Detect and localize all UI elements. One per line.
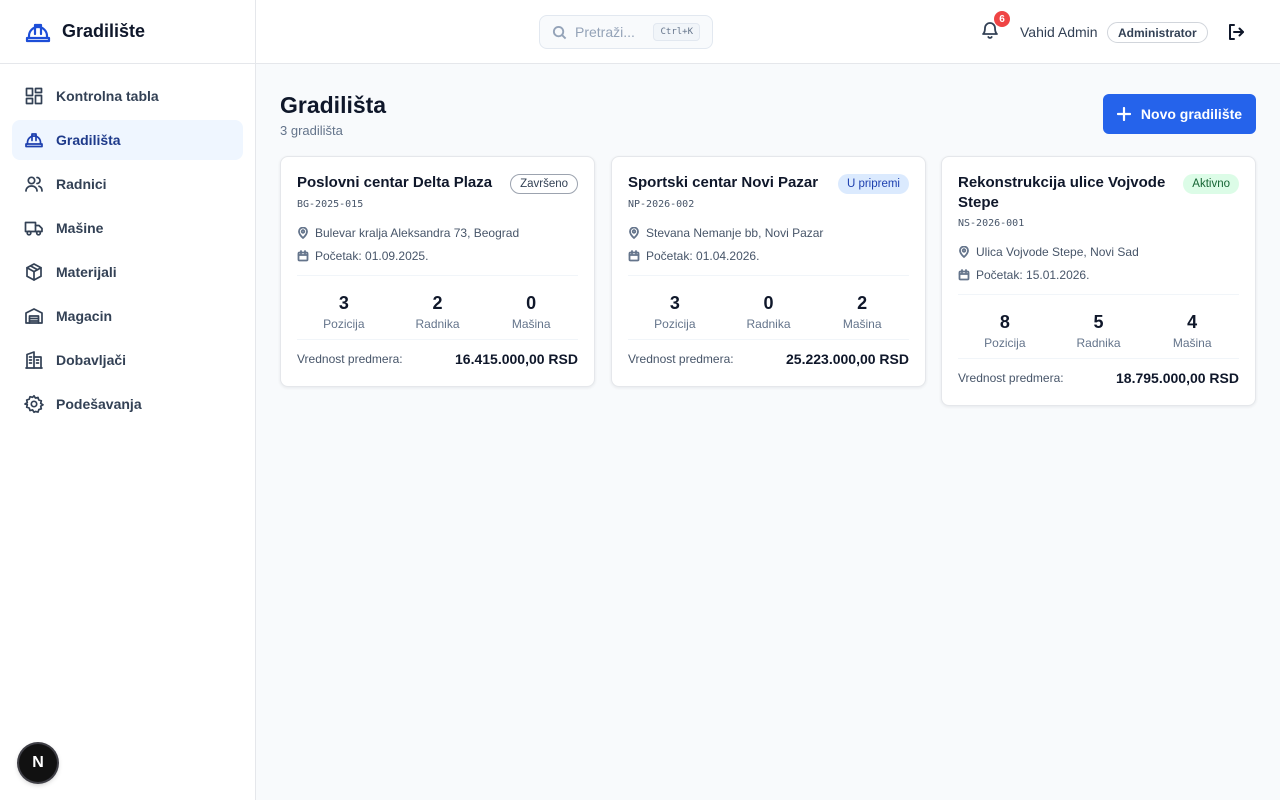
sidebar-item-label: Podešavanja bbox=[56, 396, 142, 412]
users-icon bbox=[24, 174, 44, 194]
topbar: Pretraži... Ctrl+K 6 Vahid Admin Adminis… bbox=[256, 0, 1280, 64]
site-code: NP-2026-002 bbox=[628, 199, 695, 210]
stat-positions: 3 Pozicija bbox=[654, 293, 696, 331]
sidebar-item-label: Mašine bbox=[56, 220, 104, 236]
notification-count-badge: 6 bbox=[994, 11, 1010, 27]
sidebar-item-gradilista[interactable]: Gradilišta bbox=[12, 120, 243, 160]
stat-machines: 2 Mašina bbox=[842, 293, 882, 331]
sidebar-item-label: Radnici bbox=[56, 176, 107, 192]
settings-icon bbox=[24, 394, 44, 414]
plus-icon bbox=[1116, 107, 1131, 121]
stat-machines: 4 Mašina bbox=[1172, 312, 1212, 350]
status-badge: Aktivno bbox=[1183, 174, 1239, 194]
sidebar-item-podesavanja[interactable]: Podešavanja bbox=[12, 384, 243, 424]
warehouse-icon bbox=[24, 306, 44, 326]
site-address: Ulica Vojvode Stepe, Novi Sad bbox=[958, 245, 1239, 259]
sidebar-item-kontrolna-tabla[interactable]: Kontrolna tabla bbox=[12, 76, 243, 116]
page-title: Gradilišta bbox=[280, 92, 387, 118]
site-start-date: Početak: 01.09.2025. bbox=[297, 249, 578, 263]
map-pin-icon bbox=[298, 227, 308, 239]
sidebar-item-label: Gradilišta bbox=[56, 132, 121, 148]
sidebar-item-label: Kontrolna tabla bbox=[56, 88, 159, 104]
site-start-date: Početak: 01.04.2026. bbox=[628, 249, 909, 263]
calendar-icon bbox=[958, 269, 970, 281]
new-site-button-label: Novo gradilište bbox=[1140, 106, 1243, 122]
site-stats: 3 Pozicija 2 Radnika 0 Mašina bbox=[297, 275, 578, 340]
user-name: Vahid Admin bbox=[1020, 24, 1098, 40]
box-icon bbox=[24, 262, 44, 282]
sidebar-item-dobavljaci[interactable]: Dobavljači bbox=[12, 340, 243, 380]
status-badge: Završeno bbox=[510, 174, 578, 194]
site-address: Bulevar kralja Aleksandra 73, Beograd bbox=[297, 226, 578, 240]
dev-tools-badge[interactable]: N bbox=[19, 744, 57, 782]
site-code: BG-2025-015 bbox=[297, 199, 364, 210]
brand[interactable]: Gradilište bbox=[0, 0, 255, 64]
map-pin-icon bbox=[629, 227, 639, 239]
status-badge: U pripremi bbox=[837, 174, 909, 194]
hard-hat-icon bbox=[24, 130, 44, 150]
site-code: NS-2026-001 bbox=[958, 218, 1025, 229]
truck-icon bbox=[24, 218, 44, 238]
site-value: Vrednost predmera: 18.795.000,00 RSD bbox=[958, 370, 1239, 386]
sidebar-item-label: Materijali bbox=[56, 264, 117, 280]
user-role-badge: Administrator bbox=[1107, 22, 1208, 43]
sidebar-item-radnici[interactable]: Radnici bbox=[12, 164, 243, 204]
sidebar-nav: Kontrolna tabla Gradilišta Radnici Mašin… bbox=[0, 64, 255, 436]
stat-machines: 0 Mašina bbox=[511, 293, 551, 331]
stat-workers: 5 Radnika bbox=[1076, 312, 1121, 350]
stat-positions: 3 Pozicija bbox=[323, 293, 365, 331]
map-pin-icon bbox=[959, 246, 969, 258]
site-start-date: Početak: 15.01.2026. bbox=[958, 268, 1239, 282]
logout-icon bbox=[1229, 24, 1244, 40]
search-input[interactable]: Pretraži... bbox=[575, 24, 645, 40]
app-name: Gradilište bbox=[62, 21, 146, 41]
hard-hat-icon bbox=[24, 18, 52, 46]
calendar-icon bbox=[628, 250, 640, 262]
site-card[interactable]: Sportski centar Novi Pazar U pripremi NP… bbox=[611, 156, 926, 387]
sidebar: Gradilište Kontrolna tabla Gradilišta Ra… bbox=[0, 0, 256, 800]
site-stats: 8 Pozicija 5 Radnika 4 Mašina bbox=[958, 294, 1239, 359]
site-title: Poslovni centar Delta Plaza bbox=[297, 174, 493, 191]
search-icon bbox=[552, 25, 567, 39]
page-subtitle: 3 gradilišta bbox=[280, 123, 343, 138]
sidebar-item-masine[interactable]: Mašine bbox=[12, 208, 243, 248]
building-icon bbox=[24, 350, 44, 370]
stat-workers: 0 Radnika bbox=[746, 293, 791, 331]
site-card[interactable]: Rekonstrukcija ulice Vojvode Stepe Aktiv… bbox=[941, 156, 1256, 406]
search-box[interactable]: Pretraži... Ctrl+K bbox=[539, 15, 713, 49]
sidebar-item-label: Magacin bbox=[56, 308, 113, 324]
search-shortcut: Ctrl+K bbox=[653, 23, 700, 41]
site-title: Rekonstrukcija ulice Vojvode Stepe bbox=[958, 174, 1166, 211]
site-value: Vrednost predmera: 25.223.000,00 RSD bbox=[628, 351, 909, 367]
site-stats: 3 Pozicija 0 Radnika 2 Mašina bbox=[628, 275, 909, 340]
stat-workers: 2 Radnika bbox=[415, 293, 460, 331]
site-title: Sportski centar Novi Pazar bbox=[628, 174, 819, 191]
calendar-icon bbox=[297, 250, 309, 262]
dashboard-icon bbox=[24, 86, 44, 106]
site-value: Vrednost predmera: 16.415.000,00 RSD bbox=[297, 351, 578, 367]
sidebar-item-magacin[interactable]: Magacin bbox=[12, 296, 243, 336]
sidebar-item-materijali[interactable]: Materijali bbox=[12, 252, 243, 292]
site-address: Stevana Nemanje bb, Novi Pazar bbox=[628, 226, 909, 240]
sidebar-item-label: Dobavljači bbox=[56, 352, 127, 368]
logout-button[interactable] bbox=[1226, 22, 1248, 44]
new-site-button[interactable]: Novo gradilište bbox=[1103, 94, 1256, 134]
stat-positions: 8 Pozicija bbox=[984, 312, 1026, 350]
site-card[interactable]: Poslovni centar Delta Plaza Završeno BG-… bbox=[280, 156, 595, 387]
